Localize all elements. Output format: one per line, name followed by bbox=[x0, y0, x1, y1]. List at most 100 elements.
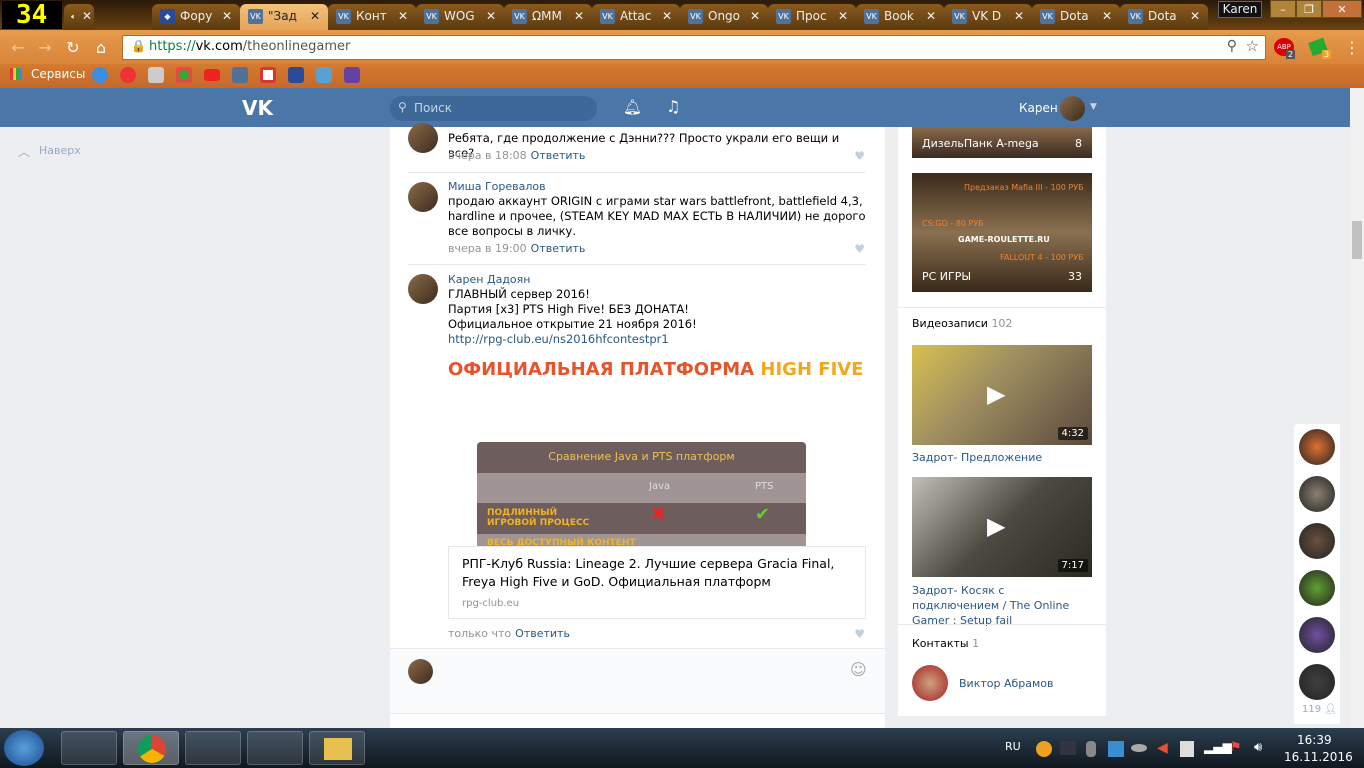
close-icon[interactable]: ✕ bbox=[838, 4, 848, 28]
tray-icon[interactable] bbox=[1060, 741, 1076, 755]
signal-icon[interactable]: ▂▄▆ bbox=[1204, 740, 1232, 754]
reply-link[interactable]: Ответить bbox=[531, 149, 586, 162]
emblem-icon[interactable] bbox=[288, 67, 304, 83]
contacts-heading[interactable]: Контакты 1 bbox=[912, 637, 979, 650]
album-pc-games[interactable]: Предзаказ Mafia III - 100 РУБ CS:GO - 80… bbox=[912, 173, 1092, 292]
tab[interactable]: VK VK D ✕ bbox=[944, 4, 1032, 30]
avatar[interactable] bbox=[408, 123, 438, 153]
heart-icon[interactable]: ♥ bbox=[854, 149, 865, 163]
back-icon[interactable]: ← bbox=[8, 38, 28, 58]
user-name[interactable]: Карен bbox=[1019, 101, 1058, 115]
close-icon[interactable]: ✕ bbox=[82, 4, 92, 28]
clock-time[interactable]: 16:39 bbox=[1297, 733, 1332, 747]
bookmark-icon[interactable] bbox=[120, 67, 136, 83]
star-icon[interactable]: ☆ bbox=[1246, 37, 1259, 55]
twitch-icon[interactable] bbox=[344, 67, 360, 83]
chevron-up-icon[interactable]: ︿ bbox=[18, 143, 30, 160]
chevron-down-icon[interactable]: ▼ bbox=[1090, 102, 1097, 112]
close-icon[interactable]: ✕ bbox=[926, 4, 936, 28]
language-indicator[interactable]: RU bbox=[1005, 740, 1021, 753]
back-to-top-link[interactable]: Наверх bbox=[39, 144, 81, 157]
tab[interactable]: VK Dota ✕ bbox=[1120, 4, 1208, 30]
taskbar-chrome[interactable] bbox=[123, 731, 179, 765]
tab[interactable]: VK Конт ✕ bbox=[328, 4, 416, 30]
emoji-icon[interactable]: ☺ bbox=[850, 660, 867, 679]
tab[interactable]: VK Прос ✕ bbox=[768, 4, 856, 30]
contact-avatar[interactable] bbox=[912, 665, 948, 701]
link-card[interactable]: РПГ-Клуб Russia: Lineage 2. Лучшие серве… bbox=[448, 546, 866, 619]
avatar[interactable] bbox=[408, 274, 438, 304]
friend-avatar[interactable] bbox=[1299, 476, 1335, 512]
tab[interactable]: 🔈︎ ✕ bbox=[64, 4, 94, 30]
tab[interactable]: VK Dota ✕ bbox=[1032, 4, 1120, 30]
mail-at-icon[interactable] bbox=[92, 67, 108, 83]
tray-icon[interactable] bbox=[1108, 741, 1124, 757]
start-button[interactable] bbox=[4, 730, 44, 766]
music-icon[interactable]: ♫ bbox=[666, 97, 680, 116]
close-icon[interactable]: ✕ bbox=[1190, 4, 1200, 28]
friend-avatar[interactable] bbox=[1299, 429, 1335, 465]
avatar[interactable] bbox=[408, 182, 438, 212]
tab[interactable]: VK Attac ✕ bbox=[592, 4, 680, 30]
address-bar[interactable]: 🔒 https://vk.com/theonlinegamer ⚲ ☆ bbox=[122, 35, 1266, 60]
video-thumb[interactable]: ▶ 4:32 bbox=[912, 345, 1092, 445]
close-icon[interactable]: ✕ bbox=[222, 4, 232, 28]
close-icon[interactable]: ✕ bbox=[574, 4, 584, 28]
reply-link[interactable]: Ответить bbox=[515, 627, 570, 640]
tray-icon[interactable] bbox=[1131, 744, 1147, 752]
minimize-button[interactable]: – bbox=[1270, 0, 1296, 18]
gmail-icon[interactable] bbox=[260, 67, 276, 83]
close-icon[interactable]: ✕ bbox=[1102, 4, 1112, 28]
bell-icon[interactable]: 🔔︎ bbox=[623, 98, 642, 116]
taskbar-app[interactable] bbox=[247, 731, 303, 765]
taskbar-app[interactable] bbox=[185, 731, 241, 765]
tab[interactable]: VK WOG ✕ bbox=[416, 4, 504, 30]
search-input[interactable]: Поиск bbox=[390, 96, 597, 121]
restore-button[interactable]: ❐ bbox=[1296, 0, 1322, 18]
tab[interactable]: VK Book ✕ bbox=[856, 4, 944, 30]
close-window-button[interactable]: ✕ bbox=[1322, 0, 1362, 18]
banner-image[interactable]: ОФИЦИАЛЬНАЯ ПЛАТФОРМА HIGH FIVE Сравнени… bbox=[448, 357, 866, 547]
tray-icon[interactable] bbox=[1036, 741, 1052, 757]
bluetooth-icon[interactable] bbox=[1086, 741, 1096, 757]
bookmark-icon[interactable] bbox=[316, 67, 332, 83]
clock-date[interactable]: 16.11.2016 bbox=[1284, 750, 1353, 764]
profile-button[interactable]: Karen bbox=[1218, 1, 1262, 18]
tab[interactable]: VK "Зад ✕ bbox=[240, 4, 328, 30]
action-center-icon[interactable]: ⚑ bbox=[1230, 740, 1242, 755]
theater-icon[interactable] bbox=[148, 67, 164, 83]
scrollbar[interactable] bbox=[1350, 88, 1364, 728]
friend-avatar[interactable] bbox=[1299, 570, 1335, 606]
power-icon[interactable] bbox=[1180, 741, 1194, 757]
close-icon[interactable]: ✕ bbox=[750, 4, 760, 28]
vk-logo[interactable]: VK bbox=[242, 96, 273, 120]
taskbar-explorer[interactable] bbox=[309, 731, 365, 765]
album-dieselpunk[interactable]: ДизельПанк A-mega 8 bbox=[912, 127, 1092, 158]
close-icon[interactable]: ✕ bbox=[398, 4, 408, 28]
heart-icon[interactable]: ♥ bbox=[854, 627, 865, 641]
reply-link[interactable]: Ответить bbox=[531, 242, 586, 255]
home-icon[interactable]: ⌂ bbox=[91, 38, 111, 58]
tab[interactable]: ◆ Фору ✕ bbox=[152, 4, 240, 30]
reload-icon[interactable]: ↻ bbox=[63, 38, 83, 58]
zoom-icon[interactable]: ⚲ bbox=[1227, 38, 1237, 54]
scrollbar-thumb[interactable] bbox=[1352, 221, 1362, 259]
volume-icon[interactable]: 🔊︎ bbox=[1254, 740, 1262, 755]
post-link[interactable]: http://rpg-club.eu/ns2016hfcontestpr1 bbox=[448, 332, 868, 347]
close-icon[interactable]: ✕ bbox=[662, 4, 672, 28]
forward-icon[interactable]: → bbox=[35, 38, 55, 58]
tab[interactable]: VK ΩMM ✕ bbox=[504, 4, 592, 30]
taskbar-app[interactable] bbox=[61, 731, 117, 765]
friend-avatar[interactable] bbox=[1299, 523, 1335, 559]
user-avatar[interactable] bbox=[1060, 96, 1085, 121]
speaker-icon[interactable]: ◀ bbox=[1157, 740, 1168, 756]
bookmark-services[interactable]: Сервисы bbox=[31, 67, 85, 81]
bookmark-icon[interactable] bbox=[176, 67, 192, 83]
close-icon[interactable]: ✕ bbox=[1014, 4, 1024, 28]
tab[interactable]: VK Ongo ✕ bbox=[680, 4, 768, 30]
videos-heading[interactable]: Видеозаписи 102 bbox=[912, 317, 1012, 330]
close-icon[interactable]: ✕ bbox=[310, 4, 320, 28]
friend-avatar[interactable] bbox=[1299, 617, 1335, 653]
friend-avatar[interactable] bbox=[1299, 664, 1335, 700]
video-thumb[interactable]: ▶ 7:17 bbox=[912, 477, 1092, 577]
